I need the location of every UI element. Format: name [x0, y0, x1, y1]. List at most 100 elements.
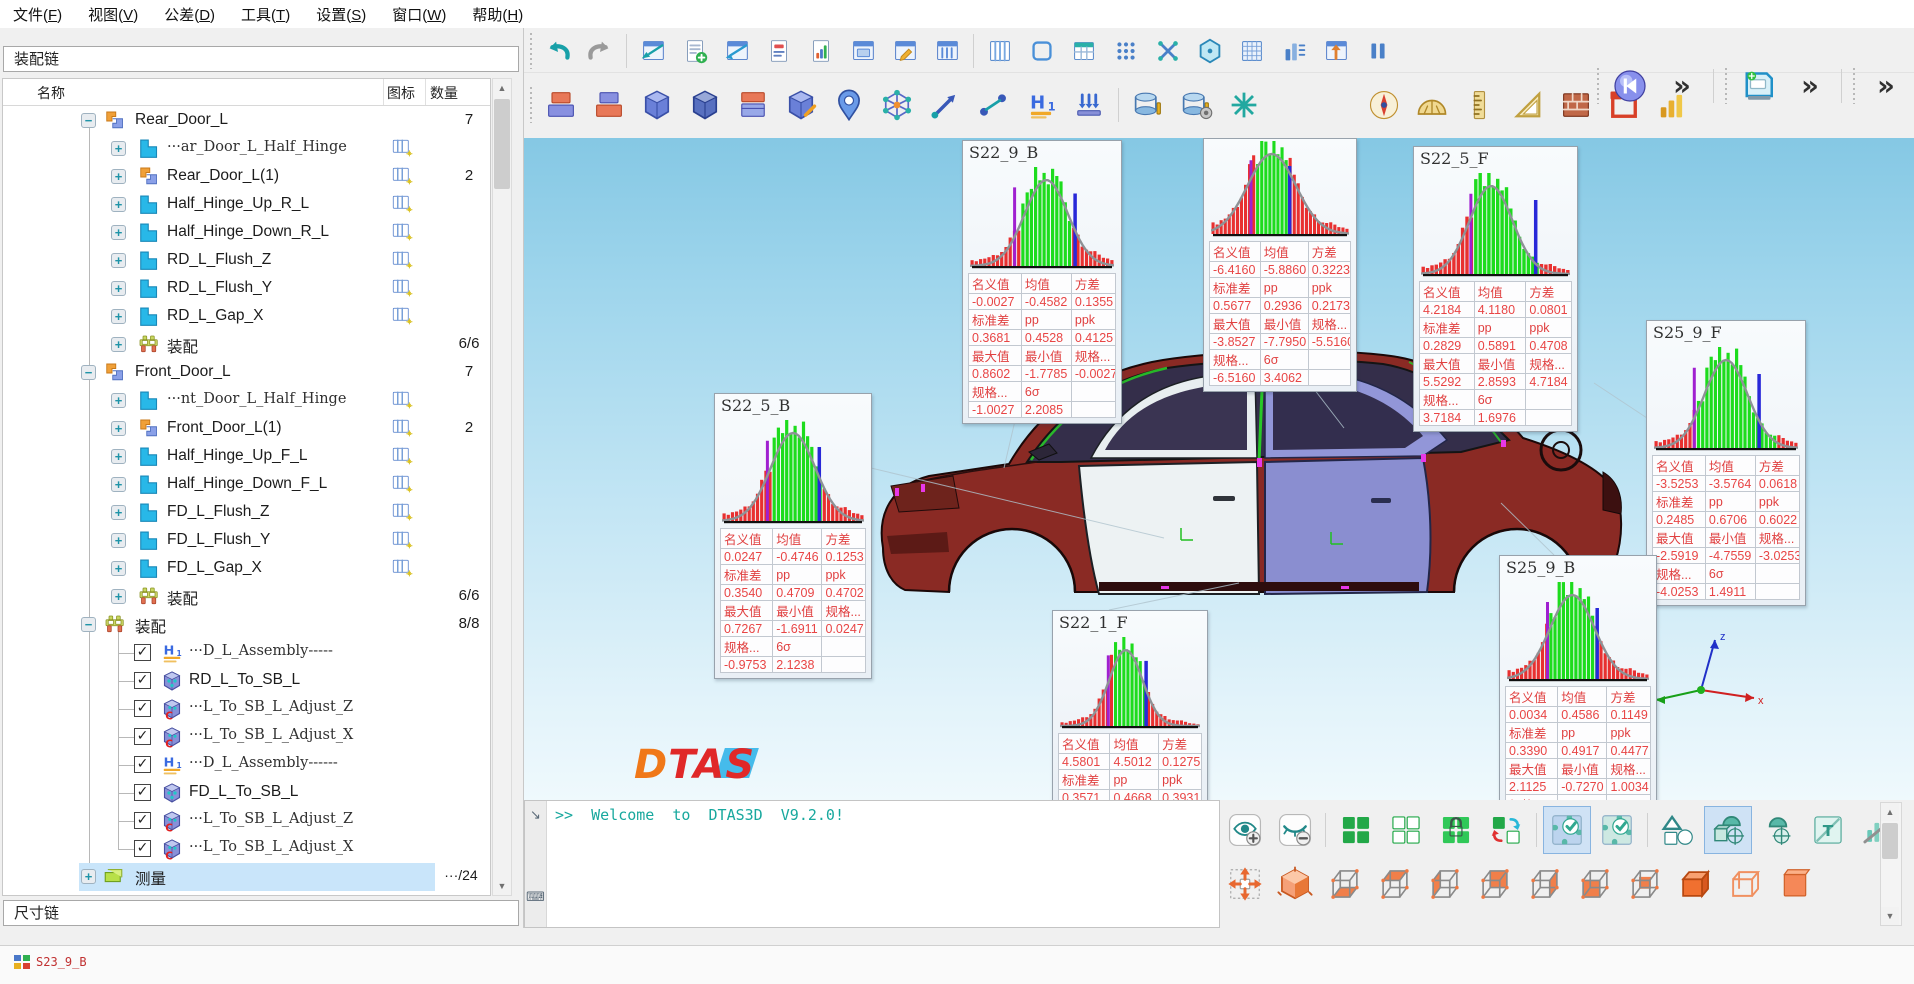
ruler-button[interactable] [1458, 82, 1502, 128]
stack-c-button[interactable] [731, 82, 775, 128]
outline-view-button[interactable] [1023, 32, 1061, 70]
point-cloud-button[interactable] [1107, 32, 1145, 70]
undo-button[interactable] [539, 32, 577, 70]
expand-icon[interactable]: + [111, 505, 126, 520]
tree-row[interactable]: ✓FD_L_To_SB_L [3, 779, 490, 807]
stat-panel-S25_9_F[interactable]: S25_9_F名义值均值方差-3.5253-3.57640.0618标准差ppp… [1646, 320, 1806, 606]
status-tab-s23-9-b[interactable]: S23_9_B [14, 954, 87, 970]
expand-icon[interactable]: + [111, 477, 126, 492]
t-panel-button[interactable]: T [1804, 806, 1852, 854]
location-pin-button[interactable] [827, 82, 871, 128]
expand-icon[interactable]: + [111, 337, 126, 352]
protractor-button[interactable] [1410, 82, 1454, 128]
cylinder-gear-button[interactable] [1174, 82, 1218, 128]
tree-row[interactable]: +Half_Hinge_Down_R_L [3, 219, 490, 247]
report-machine-button[interactable] [1734, 62, 1782, 110]
viewport-3d[interactable]: z y x DTAS S22_9_B名义值均值方差-0.0027-0.45820… [524, 138, 1914, 800]
chevron-button[interactable]: » [1862, 62, 1910, 110]
expand-icon[interactable]: + [111, 309, 126, 324]
media-sphere-button[interactable] [1606, 62, 1654, 110]
star-link-button[interactable] [1222, 82, 1266, 128]
scale-bars-button[interactable] [1275, 32, 1313, 70]
tree-row[interactable]: +装配6/6 [3, 331, 490, 359]
puzzle-check-b-button[interactable] [1593, 806, 1641, 854]
cube-back-button[interactable] [1471, 860, 1519, 908]
import-window-button[interactable] [718, 32, 756, 70]
tree-row[interactable]: ✓H1···D_L_Assembly----- [3, 639, 490, 667]
cube-solid-button[interactable] [1671, 860, 1719, 908]
menu-设置S[interactable]: 设置(S) [303, 0, 379, 29]
cube-right-button[interactable] [1521, 860, 1569, 908]
tree-row[interactable]: +Half_Hinge_Down_F_L [3, 471, 490, 499]
vector-line-button[interactable] [923, 82, 967, 128]
cube-flat-button[interactable] [1771, 860, 1819, 908]
tree-scrollbar[interactable]: ▲ ▼ [492, 78, 512, 896]
tree-row[interactable]: −装配8/8 [3, 611, 490, 639]
table-view-button[interactable] [1065, 32, 1103, 70]
point-link-button[interactable] [971, 82, 1015, 128]
stack-a-button[interactable] [539, 82, 583, 128]
tree-row[interactable]: +Front_Door_L(1)2 [3, 415, 490, 443]
collapse-icon[interactable]: − [81, 617, 96, 632]
dimension-chain-header[interactable]: 尺寸链 [3, 900, 519, 926]
scroll-up-icon[interactable]: ▲ [493, 79, 511, 97]
compass-button[interactable] [1362, 82, 1406, 128]
expand-icon[interactable]: + [111, 533, 126, 548]
item-checkbox[interactable]: ✓ [134, 728, 151, 745]
scroll-thumb[interactable] [494, 99, 510, 189]
cube-bottom-button[interactable] [1321, 860, 1369, 908]
puzzle-check-a-button[interactable] [1543, 806, 1591, 854]
item-checkbox[interactable]: ✓ [134, 812, 151, 829]
dome-cube-button[interactable] [1704, 806, 1752, 854]
hex-mesh-button[interactable] [1191, 32, 1229, 70]
report-doc-button[interactable] [760, 32, 798, 70]
tree-row[interactable]: ✓RD_L_To_SB_L [3, 667, 490, 695]
expand-icon[interactable]: + [111, 589, 126, 604]
expand-icon[interactable]: + [111, 449, 126, 464]
frame-edit-button[interactable] [886, 32, 924, 70]
iso-cube-button[interactable] [1271, 860, 1319, 908]
cube-2-button[interactable] [683, 82, 727, 128]
expand-icon[interactable]: + [111, 197, 126, 212]
item-checkbox[interactable]: ✓ [134, 644, 151, 661]
assembly-chain-header[interactable]: 装配链 [3, 46, 519, 72]
item-checkbox[interactable]: ✓ [134, 700, 151, 717]
menu-工具T[interactable]: 工具(T) [228, 0, 303, 29]
shape-set-button[interactable] [1654, 806, 1702, 854]
tree-row[interactable]: +···nt_Door_L_Half_Hinge [3, 387, 490, 415]
toolbar-drag-handle[interactable] [1595, 68, 1600, 104]
export-window-button[interactable] [634, 32, 672, 70]
run-pause-button[interactable] [1359, 32, 1397, 70]
eye-add-button[interactable] [1221, 806, 1269, 854]
chevron-button[interactable]: » [1658, 62, 1706, 110]
menu-公差D[interactable]: 公差(D) [151, 0, 228, 29]
item-checkbox[interactable]: ✓ [134, 784, 151, 801]
eye-minus-button[interactable] [1271, 806, 1319, 854]
collapse-icon[interactable]: − [81, 365, 96, 380]
molecule-button[interactable] [875, 82, 919, 128]
tree-row[interactable]: +RD_L_Flush_Z [3, 247, 490, 275]
press-clamp-button[interactable] [1067, 82, 1111, 128]
tree-row[interactable]: +Half_Hinge_Up_F_L [3, 443, 490, 471]
tree-row[interactable]: +装配6/6 [3, 583, 490, 611]
frame-columns-button[interactable] [928, 32, 966, 70]
striped-view-button[interactable] [981, 32, 1019, 70]
cube-wire-button[interactable] [1721, 860, 1769, 908]
menu-文件F[interactable]: 文件(F) [0, 0, 75, 29]
expand-icon[interactable]: + [111, 141, 126, 156]
cylinder-pin-button[interactable] [1126, 82, 1170, 128]
stat-panel-S22_1_F[interactable]: S22_1_F名义值均值方差4.58014.50120.1275标准差ppppk… [1052, 610, 1208, 800]
item-checkbox[interactable]: ✓ [134, 840, 151, 857]
chart-doc-button[interactable] [802, 32, 840, 70]
chevron-button[interactable]: » [1904, 806, 1914, 854]
stat-panel-S25_9_B[interactable]: S25_9_B名义值均值方差0.00340.45860.1149标准差ppppk… [1499, 555, 1657, 800]
tree-row[interactable]: +FD_L_Flush_Z [3, 499, 490, 527]
cube-inner-button[interactable] [1621, 860, 1669, 908]
stat-panel-S22_9_B[interactable]: S22_9_B名义值均值方差-0.0027-0.45820.1355标准差ppp… [962, 140, 1122, 424]
toolbar-drag-handle[interactable] [1851, 68, 1856, 104]
tree-row[interactable]: −Front_Door_L7 [3, 359, 490, 387]
menu-帮助H[interactable]: 帮助(H) [459, 0, 536, 29]
tree-row[interactable]: +测量···/24 [3, 863, 490, 891]
tree-row[interactable]: +Half_Hinge_Up_R_L [3, 191, 490, 219]
scroll-thumb[interactable] [1882, 823, 1898, 859]
